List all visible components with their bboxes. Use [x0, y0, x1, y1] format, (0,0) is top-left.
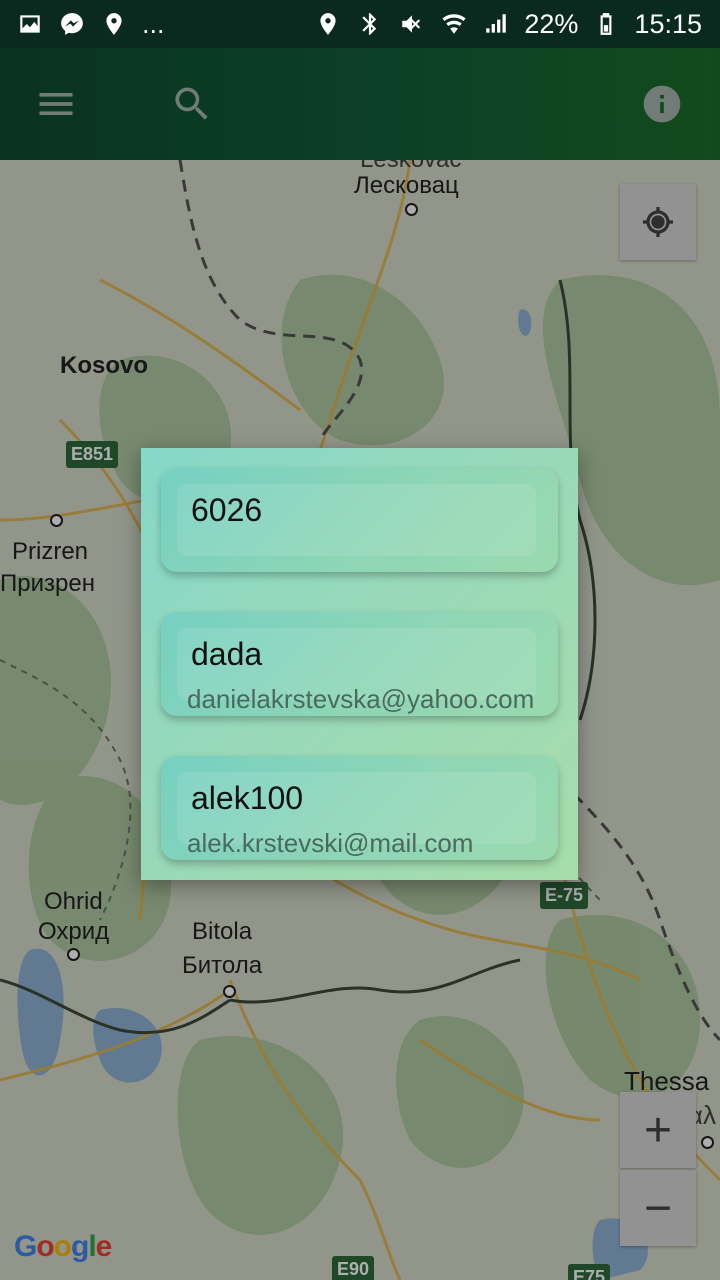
status-overflow: ... [142, 8, 165, 39]
signal-icon [482, 10, 510, 38]
wifi-icon [440, 10, 468, 38]
user-list-item[interactable]: dada danielakrstevska@yahoo.com [161, 612, 558, 716]
clock: 15:15 [634, 8, 702, 39]
user-email: alek.krstevski@mail.com [187, 828, 474, 858]
battery-icon [592, 10, 620, 38]
user-name: dada [191, 636, 263, 672]
location-pin-icon [100, 10, 128, 38]
image-icon [16, 10, 44, 38]
location-icon [314, 10, 342, 38]
mute-icon [398, 10, 426, 38]
user-list-item[interactable]: alek100 alek.krstevski@mail.com [161, 756, 558, 860]
user-name: alek100 [191, 780, 304, 816]
user-name: 6026 [191, 492, 263, 528]
messenger-icon [58, 10, 86, 38]
status-left: ... [16, 9, 165, 40]
user-list-item[interactable]: 6026 [161, 468, 558, 572]
status-right: 22% 15:15 [314, 9, 702, 40]
user-email: danielakrstevska@yahoo.com [187, 684, 535, 714]
battery-percent: 22% [524, 8, 579, 39]
user-picker-dialog: 6026 dada danielakrstevska@yahoo.com ale… [141, 448, 578, 880]
status-bar: ... 22% 15:15 [0, 0, 720, 48]
bluetooth-icon [356, 10, 384, 38]
